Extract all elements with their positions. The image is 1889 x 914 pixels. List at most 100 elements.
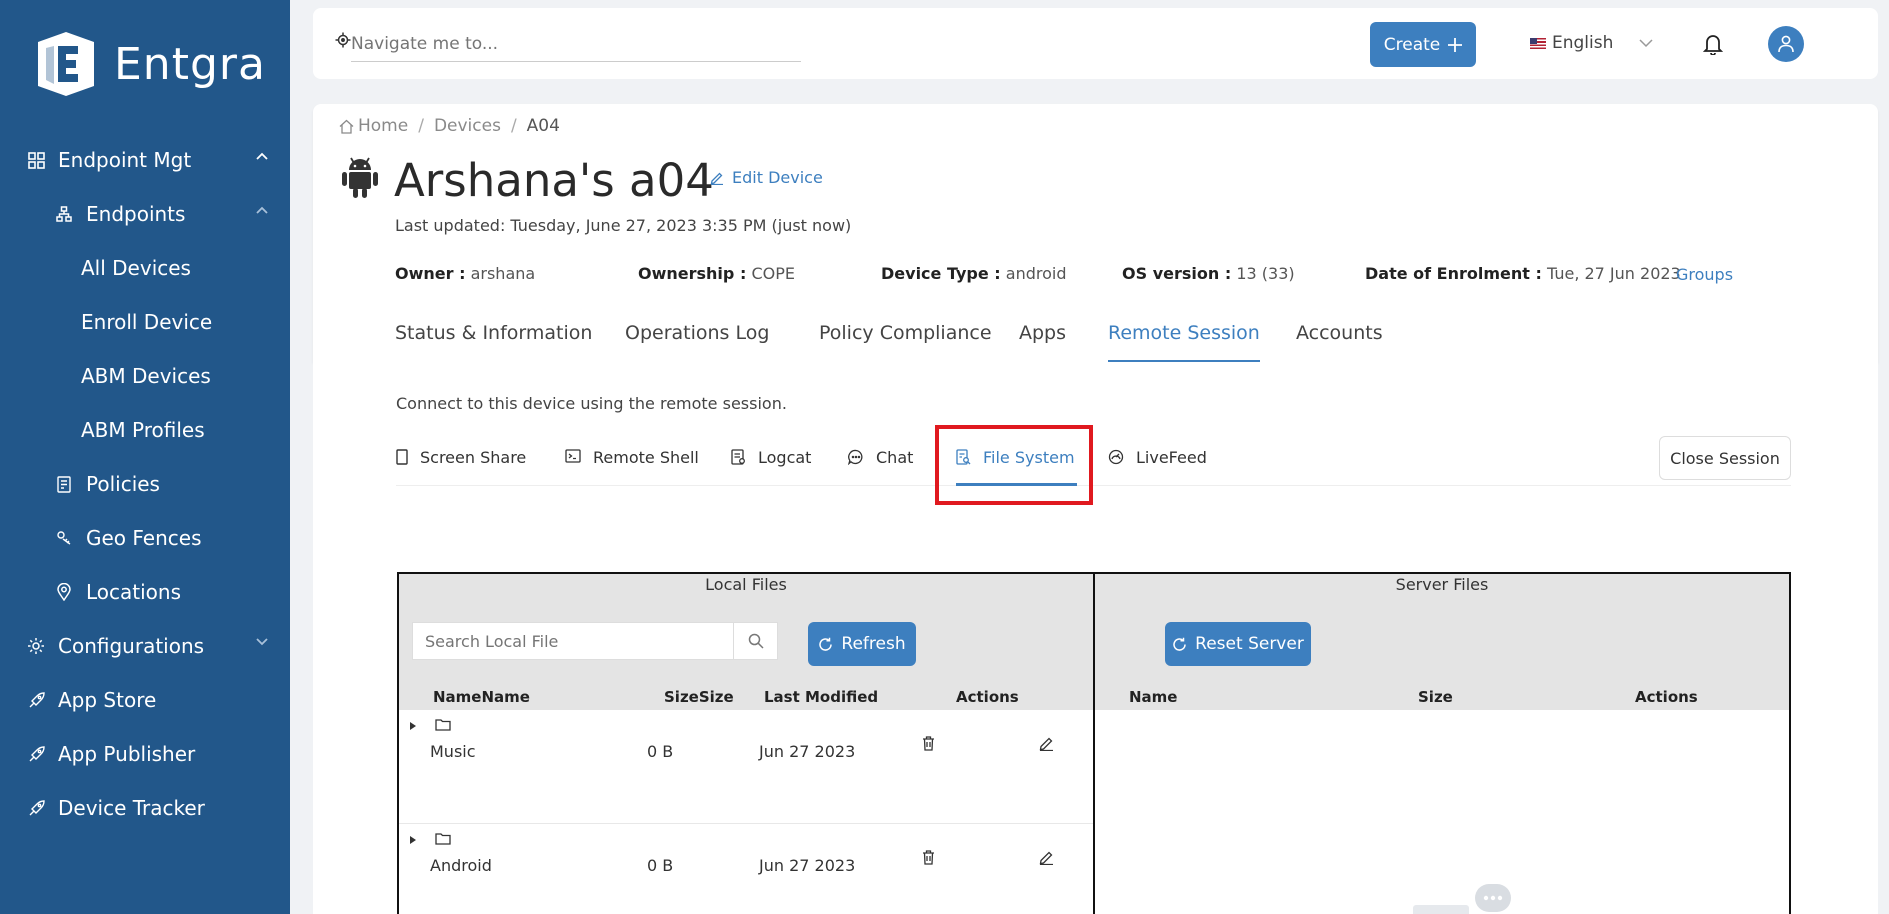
language-selector[interactable]: English	[1530, 33, 1653, 53]
search-button[interactable]	[733, 623, 777, 659]
tab-status-information[interactable]: Status & Information	[395, 322, 592, 362]
user-avatar-button[interactable]	[1768, 26, 1804, 62]
edit-icon[interactable]	[1039, 850, 1054, 865]
chat-dots-icon	[1483, 895, 1503, 901]
breadcrumb: Home / Devices / A04	[339, 116, 560, 136]
terminal-icon	[565, 449, 581, 463]
column-header-name[interactable]: Name	[1129, 688, 1177, 706]
sidebar-item-device-tracker[interactable]: Device Tracker	[0, 788, 290, 828]
file-size: 0 B	[647, 742, 674, 761]
enrolment-date-label: Date of Enrolment :	[1365, 264, 1542, 283]
sidebar-item-endpoint-mgt[interactable]: Endpoint Mgt	[0, 140, 290, 180]
delete-icon[interactable]	[922, 850, 935, 865]
tab-apps[interactable]: Apps	[1019, 322, 1066, 362]
os-version-label: OS version :	[1122, 264, 1232, 283]
grid-icon	[26, 150, 46, 170]
tab-accounts[interactable]: Accounts	[1296, 322, 1383, 362]
local-files-header: Local Files Refresh NameName SizeSize La…	[399, 574, 1093, 710]
reset-server-button[interactable]: Reset Server	[1165, 622, 1311, 666]
delete-icon[interactable]	[922, 736, 935, 751]
enrolment-date-value: Tue, 27 Jun 2023	[1546, 264, 1681, 283]
chat-icon	[848, 449, 863, 465]
top-bar: Create English	[313, 8, 1878, 79]
policy-icon	[54, 474, 74, 494]
column-header-size[interactable]: Size	[1418, 688, 1453, 706]
tab-screen-share[interactable]: Screen Share	[396, 442, 526, 486]
phone-screen-icon	[396, 449, 408, 465]
groups-link[interactable]: Groups	[1676, 265, 1733, 284]
brand-logo[interactable]: Entgra	[30, 28, 266, 100]
gear-icon	[26, 636, 46, 656]
brand-name: Entgra	[114, 38, 266, 90]
column-header-last-modified[interactable]: Last Modified	[764, 688, 878, 706]
sidebar-item-app-store[interactable]: App Store	[0, 680, 290, 720]
navigate-search-input[interactable]	[351, 26, 801, 62]
os-version-property: OS version : 13 (33)	[1122, 264, 1295, 283]
local-file-search-input[interactable]	[413, 623, 733, 659]
sidebar-item-label: Policies	[86, 472, 160, 496]
rocket-icon	[26, 744, 46, 764]
server-files-title: Server Files	[1395, 575, 1489, 594]
tab-remote-shell[interactable]: Remote Shell	[565, 442, 699, 486]
sidebar-item-all-devices[interactable]: All Devices	[0, 248, 290, 288]
file-size: 0 B	[647, 856, 674, 875]
breadcrumb-home[interactable]: Home	[358, 116, 408, 136]
sub-tab-label: Screen Share	[420, 448, 527, 467]
owner-label: Owner :	[395, 264, 466, 283]
edit-device-link[interactable]: Edit Device	[710, 168, 823, 187]
bell-icon	[1703, 35, 1723, 55]
last-updated-text: Last updated: Tuesday, June 27, 2023 3:3…	[395, 216, 852, 235]
edit-device-label: Edit Device	[732, 168, 823, 187]
os-version-value: 13 (33)	[1236, 264, 1295, 283]
notifications-button[interactable]	[1703, 33, 1723, 55]
rocket-icon	[26, 690, 46, 710]
table-row[interactable]: Music 0 B Jun 27 2023	[399, 710, 1093, 824]
user-icon	[1778, 35, 1794, 53]
file-modified: Jun 27 2023	[759, 856, 856, 875]
ownership-label: Ownership :	[638, 264, 747, 283]
sidebar-item-app-publisher[interactable]: App Publisher	[0, 734, 290, 774]
rocket-icon	[26, 798, 46, 818]
sub-tab-label: Remote Shell	[593, 448, 699, 467]
geofence-icon	[54, 528, 74, 548]
column-header-name[interactable]: NameName	[433, 688, 530, 706]
table-row[interactable]: Android 0 B Jun 27 2023	[399, 824, 1093, 914]
chevron-down-icon	[256, 638, 268, 646]
edit-icon[interactable]	[1039, 736, 1054, 751]
tab-livefeed[interactable]: LiveFeed	[1108, 442, 1207, 486]
tab-file-system[interactable]: File System	[956, 442, 1077, 486]
tab-policy-compliance[interactable]: Policy Compliance	[819, 322, 992, 362]
column-header-size[interactable]: SizeSize	[664, 688, 734, 706]
location-pin-icon	[54, 582, 74, 602]
sidebar-item-locations[interactable]: Locations	[0, 572, 290, 612]
sidebar-item-policies[interactable]: Policies	[0, 464, 290, 504]
device-type-property: Device Type : android	[881, 264, 1066, 283]
sidebar-item-geo-fences[interactable]: Geo Fences	[0, 518, 290, 558]
tab-remote-session[interactable]: Remote Session	[1108, 322, 1260, 362]
sidebar-item-abm-devices[interactable]: ABM Devices	[0, 356, 290, 396]
device-title: Arshana's a04	[394, 154, 714, 207]
sidebar-item-abm-profiles[interactable]: ABM Profiles	[0, 410, 290, 450]
remote-session-tabs: Screen Share Remote Shell Logcat Chat Fi…	[396, 442, 1791, 486]
sidebar-item-label: Locations	[86, 580, 182, 604]
sidebar-item-configurations[interactable]: Configurations	[0, 626, 290, 666]
create-button[interactable]: Create	[1370, 22, 1476, 67]
tab-logcat[interactable]: Logcat	[731, 442, 811, 486]
close-session-button[interactable]: Close Session	[1659, 436, 1791, 480]
refresh-button[interactable]: Refresh	[808, 622, 916, 666]
chat-widget-button[interactable]	[1475, 884, 1511, 912]
sidebar-item-endpoints[interactable]: Endpoints	[0, 194, 290, 234]
sidebar-item-enroll-device[interactable]: Enroll Device	[0, 302, 290, 342]
file-modified: Jun 27 2023	[759, 742, 856, 761]
ownership-property: Ownership : COPE	[638, 264, 795, 283]
chevron-up-icon	[256, 206, 268, 214]
tab-chat[interactable]: Chat	[848, 442, 913, 486]
breadcrumb-current: A04	[526, 116, 560, 136]
tab-operations-log[interactable]: Operations Log	[625, 322, 769, 362]
expand-caret-icon[interactable]	[410, 722, 416, 730]
breadcrumb-devices[interactable]: Devices	[434, 116, 501, 136]
language-label: English	[1552, 33, 1614, 53]
dashboard-icon	[1108, 449, 1124, 465]
expand-caret-icon[interactable]	[410, 836, 416, 844]
sidebar-item-label: Endpoint Mgt	[58, 148, 192, 172]
